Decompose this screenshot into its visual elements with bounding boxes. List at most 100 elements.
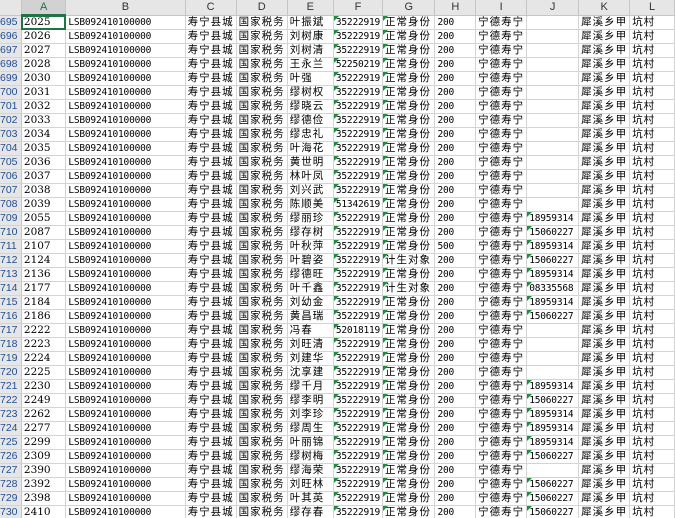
cell-b[interactable]: LSB092410100000 [65, 477, 186, 492]
cell-c[interactable]: 寿宁县城 [185, 281, 237, 296]
cell-f[interactable]: 35222919 [333, 309, 384, 324]
cell-h[interactable]: 200 [434, 379, 477, 394]
cell-h[interactable]: 200 [434, 127, 477, 142]
cell-h[interactable]: 200 [434, 435, 477, 450]
cell-k[interactable]: 犀溪乡甲 [578, 449, 631, 464]
row-number[interactable]: 725 [0, 435, 22, 450]
cell-d[interactable]: 国家税务 [236, 435, 288, 450]
cell-g[interactable]: 正常身份 [382, 155, 436, 170]
cell-i[interactable]: 宁德寿宁 [475, 225, 528, 240]
cell-e[interactable]: 缪树梅 [287, 449, 334, 464]
cell-e[interactable]: 叶秋萍 [287, 239, 334, 254]
cell-a[interactable]: 2136 [21, 267, 67, 282]
cell-c[interactable]: 寿宁县城 [185, 99, 237, 114]
cell-k[interactable]: 犀溪乡甲 [578, 43, 631, 58]
cell-h[interactable]: 200 [434, 421, 477, 436]
cell-j[interactable] [526, 337, 580, 352]
cell-d[interactable]: 国家税务 [236, 211, 288, 226]
cell-b[interactable]: LSB092410100000 [65, 43, 186, 58]
cell-k[interactable]: 犀溪乡甲 [578, 365, 631, 380]
cell-a[interactable]: 2055 [21, 211, 67, 226]
cell-g[interactable]: 正常身份 [382, 141, 436, 156]
column-header[interactable]: E [287, 0, 334, 16]
column-header[interactable]: G [382, 0, 436, 16]
cell-i[interactable]: 宁德寿宁 [475, 211, 528, 226]
row-number[interactable]: 703 [0, 127, 22, 142]
cell-h[interactable]: 200 [434, 183, 477, 198]
cell-c[interactable]: 寿宁县城 [185, 491, 237, 506]
cell-g[interactable]: 正常身份 [382, 491, 436, 506]
cell-l[interactable]: 坑村 [629, 43, 675, 58]
cell-a[interactable]: 2177 [21, 281, 67, 296]
cell-j[interactable] [526, 463, 580, 478]
cell-d[interactable]: 国家税务 [236, 477, 288, 492]
cell-f[interactable]: 35222919 [333, 351, 384, 366]
cell-d[interactable]: 国家税务 [236, 71, 288, 86]
cell-j[interactable]: 15060227 [526, 225, 580, 240]
cell-k[interactable]: 犀溪乡甲 [578, 253, 631, 268]
row-number[interactable]: 711 [0, 239, 22, 254]
row-number[interactable]: 701 [0, 99, 22, 114]
cell-c[interactable]: 寿宁县城 [185, 141, 237, 156]
cell-c[interactable]: 寿宁县城 [185, 225, 237, 240]
cell-a[interactable]: 2028 [21, 57, 67, 72]
cell-e[interactable]: 林叶凤 [287, 169, 334, 184]
cell-j[interactable]: 15060227 [526, 505, 580, 518]
cell-l[interactable]: 坑村 [629, 323, 675, 338]
cell-g[interactable]: 正常身份 [382, 323, 436, 338]
row-number[interactable]: 702 [0, 113, 22, 128]
cell-e[interactable]: 冯春 [287, 323, 334, 338]
cell-a[interactable]: 2038 [21, 183, 67, 198]
cell-j[interactable]: 15060227 [526, 309, 580, 324]
cell-h[interactable]: 200 [434, 29, 477, 44]
cell-l[interactable]: 坑村 [629, 351, 675, 366]
cell-a[interactable]: 2223 [21, 337, 67, 352]
cell-c[interactable]: 寿宁县城 [185, 477, 237, 492]
cell-l[interactable]: 坑村 [629, 57, 675, 72]
cell-f[interactable]: 35222919 [333, 113, 384, 128]
cell-b[interactable]: LSB092410100000 [65, 323, 186, 338]
cell-f[interactable]: 35222919 [333, 379, 384, 394]
cell-b[interactable]: LSB092410100000 [65, 421, 186, 436]
cell-h[interactable]: 200 [434, 281, 477, 296]
cell-b[interactable]: LSB092410100000 [65, 491, 186, 506]
cell-k[interactable]: 犀溪乡甲 [578, 281, 631, 296]
cell-b[interactable]: LSB092410100000 [65, 295, 186, 310]
cell-f[interactable]: 52250219 [333, 57, 384, 72]
cell-c[interactable]: 寿宁县城 [185, 379, 237, 394]
row-number[interactable]: 721 [0, 379, 22, 394]
cell-h[interactable]: 200 [434, 253, 477, 268]
cell-a[interactable]: 2410 [21, 505, 67, 518]
cell-d[interactable]: 国家税务 [236, 491, 288, 506]
cell-l[interactable]: 坑村 [629, 71, 675, 86]
cell-f[interactable]: 35222919 [333, 337, 384, 352]
cell-i[interactable]: 宁德寿宁 [475, 309, 528, 324]
cell-e[interactable]: 黄世明 [287, 155, 334, 170]
cell-i[interactable]: 宁德寿宁 [475, 267, 528, 282]
cell-g[interactable]: 正常身份 [382, 197, 436, 212]
cell-l[interactable]: 坑村 [629, 211, 675, 226]
cell-k[interactable]: 犀溪乡甲 [578, 85, 631, 100]
cell-f[interactable]: 35222919 [333, 491, 384, 506]
cell-e[interactable]: 刘李珍 [287, 407, 334, 422]
cell-j[interactable] [526, 29, 580, 44]
cell-g[interactable]: 正常身份 [382, 29, 436, 44]
cell-i[interactable]: 宁德寿宁 [475, 71, 528, 86]
cell-k[interactable]: 犀溪乡甲 [578, 57, 631, 72]
cell-d[interactable]: 国家税务 [236, 267, 288, 282]
cell-k[interactable]: 犀溪乡甲 [578, 127, 631, 142]
cell-k[interactable]: 犀溪乡甲 [578, 435, 631, 450]
cell-k[interactable]: 犀溪乡甲 [578, 225, 631, 240]
cell-d[interactable]: 国家税务 [236, 113, 288, 128]
cell-c[interactable]: 寿宁县城 [185, 407, 237, 422]
cell-h[interactable]: 200 [434, 295, 477, 310]
cell-c[interactable]: 寿宁县城 [185, 211, 237, 226]
cell-k[interactable]: 犀溪乡甲 [578, 15, 631, 30]
cell-a[interactable]: 2390 [21, 463, 67, 478]
row-number[interactable]: 699 [0, 71, 22, 86]
cell-c[interactable]: 寿宁县城 [185, 505, 237, 518]
cell-g[interactable]: 正常身份 [382, 379, 436, 394]
cell-j[interactable] [526, 71, 580, 86]
cell-e[interactable]: 沈享建 [287, 365, 334, 380]
cell-d[interactable]: 国家税务 [236, 99, 288, 114]
